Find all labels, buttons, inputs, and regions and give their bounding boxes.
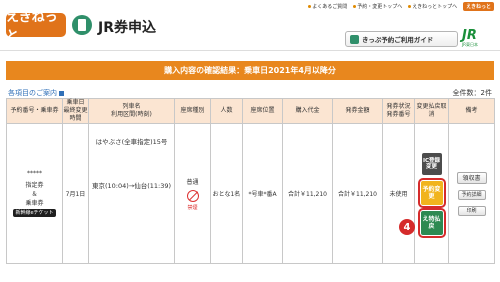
detail-button[interactable]: 予約詳細 — [457, 189, 486, 200]
col-ride-date-label: 乗車日 — [66, 99, 85, 106]
ticket-type-reserved: 指定券 — [25, 182, 44, 189]
col-issue-status: 発券状況 発券番号 — [382, 98, 415, 124]
cell-change-refund: IC登録変更 予約変更 え特払戻 — [414, 123, 449, 264]
bullet-icon — [308, 5, 312, 8]
top-links: よくあるご質問 予約・変更トップへ えきねっとトップへ えきねっと — [308, 2, 494, 11]
seat-type: 普通 — [186, 178, 199, 186]
ekinet-top-link[interactable]: えきねっとトップへ — [408, 3, 457, 10]
ic-change-button[interactable]: IC登録変更 — [421, 152, 442, 175]
step-marker: 4 — [399, 219, 415, 235]
reservation-no: ***** — [27, 170, 42, 177]
cell-seat-type: 普通 禁煙 — [174, 123, 211, 264]
no-smoking-label: 禁煙 — [187, 204, 198, 211]
col-issue-amount: 発券金額 — [332, 98, 383, 124]
page-title: JR券申込 — [98, 20, 156, 36]
ekinet-badge[interactable]: えきねっと — [463, 2, 494, 11]
header: えきねっと JR券申込 きっぷ予約ご利用ガイド JR JR東日本 — [0, 10, 500, 51]
guide-button-label: きっぷ予約ご利用ガイド — [362, 36, 434, 44]
ticket-and-mark: ＆ — [31, 191, 38, 198]
col-ride-date: 乗車日 最終変更時間 — [62, 98, 89, 124]
col-people: 人数 — [210, 98, 243, 124]
cell-seat-pos: *号車*番A — [242, 123, 283, 264]
print-button[interactable]: 印刷 — [457, 205, 486, 216]
reservation-table: 予約番号・乗車券 乗車日 最終変更時間 列車名 利用区間(時刻) 座席種別 人数 座… — [6, 98, 495, 264]
cell-note: 領収書 予約詳細 印刷 — [448, 123, 495, 264]
train-route: 東京(10:04)→仙台(11:39) — [91, 182, 172, 190]
col-train: 列車名 利用区間(時刻) — [88, 98, 175, 124]
guide-button[interactable]: きっぷ予約ご利用ガイド — [345, 31, 458, 47]
col-issue-no-label: 発券番号 — [386, 111, 411, 118]
external-link-icon — [59, 90, 64, 96]
col-reservation-no: 予約番号・乗車券 — [6, 98, 63, 124]
guide-icon — [350, 34, 359, 44]
col-seat-pos: 座席位置 — [242, 98, 283, 124]
refund-button[interactable]: え特払戻 — [417, 207, 446, 238]
ekinet-top-link-label: えきねっとトップへ — [412, 4, 458, 10]
result-count: 全件数：2件 — [452, 89, 492, 97]
faq-link[interactable]: よくあるご質問 — [308, 3, 347, 10]
ekinet-logo[interactable]: えきねっと — [6, 10, 66, 44]
col-change-refund: 変更払戻取消 — [414, 98, 449, 124]
cell-reservation-no: ***** 指定券 ＆ 乗車券 新幹線eチケット — [6, 123, 63, 264]
jr-logo-mark: JR — [462, 28, 477, 43]
col-section-time-label: 利用区間(時刻) — [111, 111, 152, 118]
shinkansen-eticket-badge: 新幹線eチケット — [13, 209, 56, 217]
jr-logo: JR JR東日本 — [462, 29, 492, 49]
table-row: ***** 指定券 ＆ 乗車券 新幹線eチケット 7月1日 はやぶさ(全車指定)… — [6, 123, 495, 264]
guide-sublink[interactable]: 各項目のご案内 — [8, 88, 64, 98]
cell-ride-date: 7月1日 — [62, 123, 89, 264]
col-train-name-label: 列車名 — [122, 103, 141, 110]
train-name: はやぶさ(全車指定)15号 — [95, 138, 168, 146]
cell-issue-status: 未使用 — [382, 123, 415, 264]
bullet-icon — [408, 5, 412, 8]
no-smoking-icon — [186, 189, 199, 202]
col-seat-type: 座席種別 — [174, 98, 211, 124]
jr-logo-sub: JR東日本 — [462, 42, 478, 47]
table-header-row: 予約番号・乗車券 乗車日 最終変更時間 列車名 利用区間(時刻) 座席種別 人数 座… — [6, 98, 495, 124]
col-last-change-label: 最終変更時間 — [63, 107, 88, 122]
cell-issue-amount: 合計￥11,210 — [332, 123, 383, 264]
result-band: 購入内容の確認結果：乗車日2021年4月以降分 — [6, 61, 494, 80]
cell-train: はやぶさ(全車指定)15号 東京(10:04)→仙台(11:39) — [88, 123, 175, 264]
cell-price: 合計￥11,210 — [282, 123, 333, 264]
faq-link-label: よくあるご質問 — [312, 4, 348, 10]
reserve-top-link-label: 予約・変更トップへ — [357, 4, 403, 10]
receipt-button[interactable]: 領収書 — [456, 171, 487, 184]
bullet-icon — [353, 5, 357, 8]
reserve-top-link[interactable]: 予約・変更トップへ — [353, 3, 402, 10]
col-note: 備考 — [448, 98, 495, 124]
col-price: 購入代金 — [282, 98, 333, 124]
ticket-type-ride: 乗車券 — [25, 200, 44, 207]
ticket-icon — [72, 15, 92, 35]
cell-people: おとな1名 — [210, 123, 243, 264]
guide-sublink-label: 各項目のご案内 — [8, 89, 57, 97]
col-issue-status-label: 発券状況 — [386, 103, 411, 110]
reservation-change-button[interactable]: 予約変更 — [417, 177, 446, 208]
